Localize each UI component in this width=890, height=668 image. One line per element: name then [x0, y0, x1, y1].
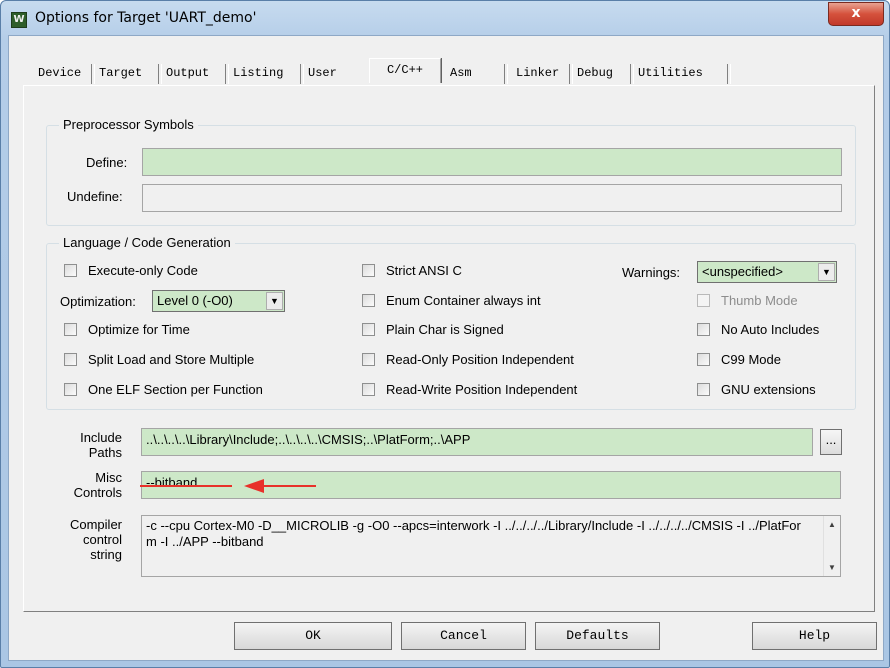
optimization-select[interactable]: Level 0 (-O0) ▼: [152, 290, 285, 312]
warnings-select[interactable]: <unspecified> ▼: [697, 261, 837, 283]
tab-separator: [91, 64, 95, 84]
undefine-input[interactable]: [142, 184, 842, 212]
title-bar[interactable]: W Options for Target 'UART_demo' x: [1, 1, 889, 35]
scroll-up-icon[interactable]: ▲: [824, 516, 840, 533]
tab-separator: [158, 64, 162, 84]
defaults-button[interactable]: Defaults: [535, 622, 660, 650]
tab-separator: [630, 64, 634, 84]
checkbox-box: [697, 323, 710, 336]
scroll-down-icon[interactable]: ▼: [824, 559, 840, 576]
tab-output[interactable]: Output: [164, 62, 211, 84]
define-input[interactable]: [142, 148, 842, 176]
checkbox-box: [362, 264, 375, 277]
tab-linker[interactable]: Linker: [514, 62, 561, 84]
misc-controls-label: Misc Controls: [73, 470, 122, 500]
tab-separator: [727, 64, 731, 84]
checkbox-box: [362, 383, 375, 396]
checkbox-box: [362, 323, 375, 336]
group-title: Preprocessor Symbols: [59, 117, 198, 132]
tab-separator: [300, 64, 304, 84]
tab-separator: [225, 64, 229, 84]
tab-separator: [569, 64, 573, 84]
red-arrow-icon: [140, 479, 316, 493]
close-button[interactable]: x: [828, 2, 884, 26]
checkbox-box: [697, 353, 710, 366]
define-label: Define:: [86, 155, 128, 170]
tab-asm[interactable]: Asm: [448, 62, 474, 84]
checkbox-box: [64, 383, 77, 396]
checkbox-box: [64, 323, 77, 336]
include-paths-input[interactable]: ..\..\..\..\Library\Include;..\..\..\..\…: [141, 428, 813, 456]
help-button[interactable]: Help: [752, 622, 877, 650]
tab-user[interactable]: User: [306, 62, 339, 84]
checkbox-box: [64, 264, 77, 277]
tab-target[interactable]: Target: [97, 62, 144, 84]
checkbox-box: [362, 294, 375, 307]
checkbox-box: [64, 353, 77, 366]
chevron-down-icon: ▼: [818, 263, 835, 281]
compiler-control-string[interactable]: -c --cpu Cortex-M0 -D__MICROLIB -g -O0 -…: [141, 515, 841, 577]
tab-utilities[interactable]: Utilities: [636, 62, 705, 84]
tab-debug[interactable]: Debug: [575, 62, 615, 84]
cancel-button[interactable]: Cancel: [401, 622, 526, 650]
group-title: Language / Code Generation: [59, 235, 235, 250]
optimization-label: Optimization:: [60, 294, 136, 309]
undefine-label: Undefine:: [67, 189, 123, 204]
ok-button[interactable]: OK: [234, 622, 392, 650]
vertical-scrollbar[interactable]: ▲ ▼: [823, 516, 840, 576]
checkbox-box: [697, 383, 710, 396]
checkbox-box: [362, 353, 375, 366]
close-icon: x: [851, 5, 861, 21]
tab-c-cpp[interactable]: C/C++: [369, 58, 441, 83]
window-title: Options for Target 'UART_demo': [35, 10, 257, 26]
checkbox-box: [697, 294, 710, 307]
tab-device[interactable]: Device: [36, 62, 83, 84]
tab-separator: [504, 64, 508, 84]
tab-listing[interactable]: Listing: [231, 62, 285, 84]
compiler-control-label: Compiler control string: [69, 517, 122, 562]
warnings-label: Warnings:: [622, 265, 681, 280]
include-paths-label: Include Paths: [80, 430, 122, 460]
keil-app-icon: W: [11, 12, 27, 28]
include-paths-browse-button[interactable]: ...: [820, 429, 842, 455]
chevron-down-icon: ▼: [266, 292, 283, 310]
